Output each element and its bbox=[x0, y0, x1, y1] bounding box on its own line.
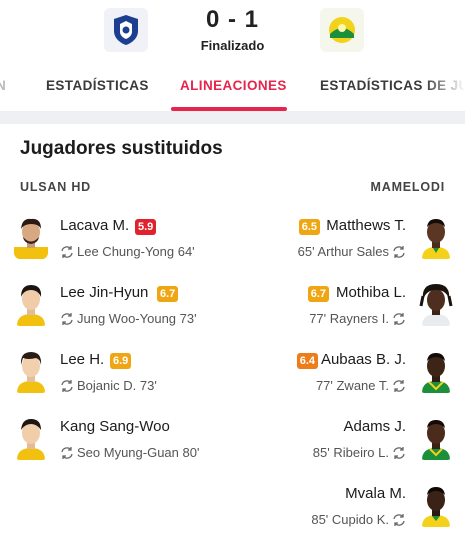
active-tab-indicator bbox=[171, 107, 287, 111]
substitution-icon bbox=[61, 312, 73, 325]
player-photo-icon bbox=[17, 285, 45, 326]
substitution-icon bbox=[393, 312, 405, 325]
match-status: Finalizado bbox=[200, 38, 265, 53]
home-sub-row[interactable]: Kang Sang-Woo Seo Myung-Guan 80' bbox=[0, 412, 232, 472]
home-sub-row[interactable]: Lee Jin-Hyun 6.7 Jung Woo-Young 73' bbox=[0, 278, 232, 338]
rating-badge: 6.7 bbox=[307, 286, 329, 302]
tab-partial[interactable]: N bbox=[0, 78, 6, 93]
rating-badge: 6.7 bbox=[157, 286, 179, 302]
away-team-label: MAMELODI bbox=[370, 180, 445, 194]
substitution-info: Lee Chung-Yong 64' bbox=[60, 244, 195, 259]
substitution-icon bbox=[393, 245, 405, 258]
player-avatar bbox=[419, 416, 453, 460]
player-avatar bbox=[419, 483, 453, 527]
player-photo-icon bbox=[422, 487, 450, 527]
section-divider bbox=[0, 112, 465, 124]
player-avatar bbox=[419, 215, 453, 259]
substitute-player: Bojanic D. 73' bbox=[77, 378, 157, 393]
player-photo-icon bbox=[422, 353, 450, 393]
rating-badge: 6.4 bbox=[296, 353, 318, 369]
substitute-player: Lee Chung-Yong 64' bbox=[77, 244, 195, 259]
player-photo-icon bbox=[14, 218, 48, 259]
player-photo-icon bbox=[17, 352, 45, 393]
player-name: Adams J. bbox=[343, 418, 406, 435]
away-sub-row[interactable]: 6.4 Aubaas B. J. 77' Zwane T. bbox=[233, 345, 465, 405]
player-name: Aubaas B. J. bbox=[320, 351, 406, 368]
player-name: Lee Jin-Hyun bbox=[60, 284, 149, 301]
substitute-player: 85' Ribeiro L. bbox=[312, 445, 389, 460]
section-title: Jugadores sustituidos bbox=[20, 138, 223, 159]
home-sub-row[interactable]: Lee H. 6.9 Bojanic D. 73' bbox=[0, 345, 232, 405]
match-score: 0 - 1 bbox=[205, 6, 260, 33]
player-avatar bbox=[419, 282, 453, 326]
substitution-icon bbox=[61, 446, 73, 459]
sundowns-sun-icon bbox=[329, 17, 355, 43]
shield-icon bbox=[114, 15, 138, 45]
match-header: 0 - 1 Finalizado bbox=[0, 0, 465, 58]
player-photo-icon bbox=[422, 420, 450, 460]
player-avatar bbox=[419, 349, 453, 393]
tab-lineups[interactable]: ALINEACIONES bbox=[180, 78, 287, 93]
player-avatar bbox=[14, 416, 48, 460]
player-name: Mvala M. bbox=[345, 485, 406, 502]
substituted-players-card: Jugadores sustituidos ULSAN HD MAMELODI … bbox=[0, 124, 465, 536]
substitution-icon bbox=[393, 446, 405, 459]
player-avatar bbox=[14, 349, 48, 393]
substitute-player: 85' Cupido K. bbox=[311, 512, 389, 527]
substitute-player: Seo Myung-Guan 80' bbox=[77, 445, 200, 460]
substitution-icon bbox=[61, 245, 73, 258]
substitution-icon bbox=[61, 379, 73, 392]
player-photo-icon bbox=[17, 419, 45, 460]
home-team-label: ULSAN HD bbox=[20, 180, 91, 194]
player-avatar bbox=[14, 215, 48, 259]
substitution-info: 77' Zwane T. bbox=[316, 378, 406, 393]
rating-badge: 6.9 bbox=[110, 353, 132, 369]
player-avatar bbox=[14, 282, 48, 326]
substitution-info: 85' Cupido K. bbox=[311, 512, 406, 527]
substitution-info: 77' Rayners I. bbox=[309, 311, 406, 326]
away-team-crest[interactable] bbox=[320, 8, 364, 52]
player-name: Lacava M. bbox=[60, 217, 130, 234]
substitution-icon bbox=[393, 379, 405, 392]
substitution-info: 85' Ribeiro L. bbox=[313, 445, 406, 460]
rating-badge: 5.9 bbox=[135, 219, 157, 235]
substitution-info: Jung Woo-Young 73' bbox=[60, 311, 197, 326]
player-photo-icon bbox=[419, 284, 453, 326]
tab-statistics[interactable]: ESTADÍSTICAS bbox=[46, 78, 149, 93]
substitute-player: 65' Arthur Sales bbox=[297, 244, 389, 259]
player-photo-icon bbox=[422, 219, 450, 259]
away-sub-row[interactable]: Adams J. 85' Ribeiro L. bbox=[233, 412, 465, 472]
substitution-info: Seo Myung-Guan 80' bbox=[60, 445, 199, 460]
away-sub-row[interactable]: 6.7 Mothiba L. 77' Rayners I. bbox=[233, 278, 465, 338]
rating-badge: 6.5 bbox=[298, 219, 320, 235]
substitution-info: Bojanic D. 73' bbox=[60, 378, 157, 393]
tab-bar: N ESTADÍSTICAS ALINEACIONES ESTADÍSTICAS… bbox=[0, 58, 465, 112]
player-name: Lee H. bbox=[60, 351, 105, 368]
tab-fade bbox=[425, 58, 465, 111]
away-sub-row[interactable]: 6.5 Matthews T. 65' Arthur Sales bbox=[233, 211, 465, 271]
player-name: Kang Sang-Woo bbox=[60, 418, 170, 435]
player-name: Matthews T. bbox=[326, 217, 406, 234]
substitute-player: 77' Rayners I. bbox=[309, 311, 389, 326]
substitution-info: 65' Arthur Sales bbox=[298, 244, 406, 259]
substitution-icon bbox=[393, 513, 405, 526]
home-team-crest[interactable] bbox=[104, 8, 148, 52]
substitute-player: 77' Zwane T. bbox=[315, 378, 389, 393]
substitute-player: Jung Woo-Young 73' bbox=[77, 311, 197, 326]
player-name: Mothiba L. bbox=[335, 284, 406, 301]
away-sub-row[interactable]: Mvala M. 85' Cupido K. bbox=[233, 479, 465, 536]
home-sub-row[interactable]: Lacava M. 5.9 Lee Chung-Yong 64' bbox=[0, 211, 232, 271]
